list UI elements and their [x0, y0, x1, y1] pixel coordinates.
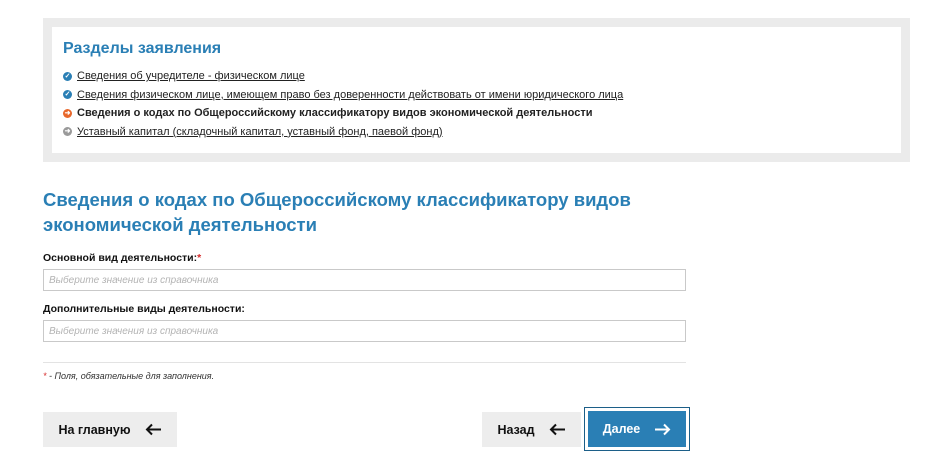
- section-link-authorized-person[interactable]: Сведения физическом лице, имеющем право …: [77, 88, 623, 102]
- back-button-label: Назад: [497, 422, 535, 437]
- sections-panel: Разделы заявления ✓ Сведения об учредите…: [43, 18, 910, 162]
- back-button[interactable]: Назад: [482, 412, 581, 447]
- next-button[interactable]: Далее: [588, 411, 686, 447]
- sections-panel-inner: Разделы заявления ✓ Сведения об учредите…: [52, 27, 901, 153]
- required-mark: *: [197, 252, 202, 264]
- main-activity-label-text: Основной вид деятельности:: [43, 252, 198, 264]
- sections-title: Разделы заявления: [63, 40, 222, 57]
- section-item-okved: ➜ Сведения о кодах по Общероссийскому кл…: [63, 104, 623, 123]
- additional-activities-input[interactable]: [43, 320, 686, 342]
- section-link-founder[interactable]: Сведения об учредителе - физическом лице: [77, 69, 305, 83]
- form-divider: [43, 362, 686, 363]
- check-circle-icon: ✓: [63, 71, 72, 81]
- arrow-left-icon: [549, 423, 566, 436]
- sections-list: ✓ Сведения об учредителе - физическом ли…: [63, 67, 623, 141]
- main-activity-input[interactable]: [43, 269, 686, 291]
- main-activity-label: Основной вид деятельности:*: [43, 252, 201, 265]
- arrow-right-icon: [654, 423, 671, 436]
- required-note: * - Поля, обязательные для заполнения.: [43, 371, 214, 381]
- check-circle-icon: ✓: [63, 90, 72, 100]
- section-link-capital[interactable]: Уставный капитал (складочный капитал, ус…: [77, 125, 443, 139]
- next-button-focus-ring: Далее: [584, 407, 690, 451]
- section-current-okved: Сведения о кодах по Общероссийскому клас…: [77, 107, 593, 120]
- additional-activities-label-text: Дополнительные виды деятельности:: [43, 303, 245, 315]
- arrow-right-circle-icon: ➜: [63, 127, 72, 137]
- arrow-right-circle-icon: ➜: [63, 108, 72, 118]
- page-title: Сведения о кодах по Общероссийскому клас…: [43, 189, 631, 235]
- section-item-founder: ✓ Сведения об учредителе - физическом ли…: [63, 67, 623, 86]
- arrow-left-icon: [145, 423, 162, 436]
- home-button[interactable]: На главную: [43, 412, 177, 447]
- next-button-label: Далее: [602, 422, 641, 436]
- required-note-text: - Поля, обязательные для заполнения.: [46, 371, 215, 381]
- additional-activities-label: Дополнительные виды деятельности:: [43, 303, 245, 316]
- home-button-label: На главную: [58, 422, 131, 437]
- section-item-capital: ➜ Уставный капитал (складочный капитал, …: [63, 123, 623, 142]
- section-item-authorized-person: ✓ Сведения физическом лице, имеющем прав…: [63, 86, 623, 105]
